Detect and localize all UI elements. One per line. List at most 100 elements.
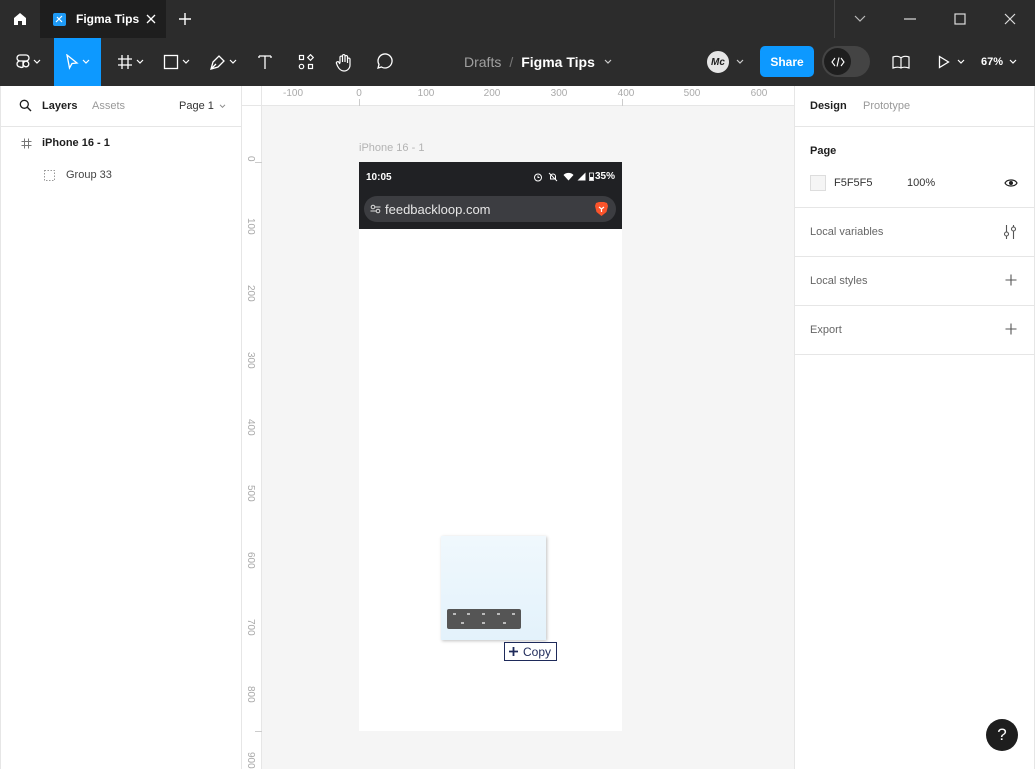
title-bar: Figma Tips <box>0 0 1035 38</box>
tab-layers[interactable]: Layers <box>42 100 77 112</box>
chevron-down-icon <box>182 59 189 64</box>
page-dropdown[interactable]: Page 1 <box>179 100 226 112</box>
avatar[interactable]: Mc <box>705 49 731 75</box>
tab-title: Figma Tips <box>76 12 140 26</box>
comment-tool-button[interactable] <box>370 38 398 86</box>
ruler-label: 400 <box>245 419 256 436</box>
thumbnail-dot <box>512 613 515 615</box>
tab-assets[interactable]: Assets <box>92 100 125 112</box>
alarm-icon <box>533 173 542 181</box>
mute-icon <box>548 172 558 181</box>
variables-icon[interactable] <box>1003 224 1017 240</box>
site-settings-icon <box>370 204 381 214</box>
plus-icon[interactable] <box>1005 274 1017 286</box>
thumbnail-dot <box>461 622 464 624</box>
signal-icon <box>577 172 586 181</box>
maximize-icon[interactable] <box>951 10 969 28</box>
ruler-label: 300 <box>245 352 256 369</box>
share-button[interactable]: Share <box>760 46 814 77</box>
ruler-label: 100 <box>417 88 435 99</box>
chevron-down-icon[interactable] <box>851 10 869 28</box>
plus-icon[interactable] <box>1005 323 1017 335</box>
home-icon <box>14 13 26 25</box>
zoom-dropdown[interactable]: 67% <box>981 38 1017 86</box>
page-label: Page 1 <box>179 100 214 112</box>
frame-label[interactable]: iPhone 16 - 1 <box>359 142 424 154</box>
chevron-down-icon <box>136 59 143 64</box>
home-button[interactable] <box>0 0 40 38</box>
left-panel-tabs: Layers Assets Page 1 <box>1 86 241 127</box>
ruler-label: 0 <box>245 156 256 162</box>
figma-window: Figma Tips Drafts / Figma Tips Mc Share … <box>0 0 1035 769</box>
section-title: Local variables <box>810 226 884 238</box>
layer-name: Group 33 <box>66 169 112 181</box>
export-section[interactable]: Export <box>795 306 1034 355</box>
ruler-label: -100 <box>282 88 304 99</box>
page-color-opacity[interactable]: 100% <box>907 177 935 189</box>
shape-tool-button[interactable] <box>158 38 194 86</box>
move-tool-button[interactable] <box>54 38 101 86</box>
local-styles-section[interactable]: Local styles <box>795 257 1034 306</box>
section-title: Page <box>810 145 837 157</box>
copy-label: Copy <box>523 644 552 659</box>
group-icon <box>44 169 55 181</box>
pen-tool-button[interactable] <box>204 38 242 86</box>
right-panel: Design Prototype Page F5F5F5 100% Local … <box>794 86 1035 769</box>
minimize-icon[interactable] <box>901 10 919 28</box>
ruler-label: 500 <box>245 485 256 502</box>
chevron-down-icon[interactable] <box>736 59 744 65</box>
wifi-icon <box>563 172 574 181</box>
file-name[interactable]: Figma Tips <box>521 54 595 70</box>
status-time: 10:05 <box>366 172 392 183</box>
ruler-tick <box>255 162 262 163</box>
frame-tool-button[interactable] <box>112 38 148 86</box>
tab-prototype[interactable]: Prototype <box>863 100 910 112</box>
iphone-frame[interactable]: 10:05 35% feedbackloop.com <box>359 162 622 731</box>
figma-logo-icon <box>15 54 30 69</box>
mini-toolbar-thumbnail <box>447 609 521 629</box>
search-icon[interactable] <box>19 99 32 112</box>
text-tool-button[interactable] <box>252 38 278 86</box>
left-panel: Layers Assets Page 1 iPhone 16 - 1 Group… <box>0 86 242 769</box>
rectangle-icon <box>163 54 178 70</box>
page-color-hex[interactable]: F5F5F5 <box>834 177 873 189</box>
layer-row-group[interactable]: Group 33 <box>1 159 241 191</box>
group-33-preview[interactable] <box>441 536 546 640</box>
page-section: Page F5F5F5 100% <box>795 127 1034 208</box>
ruler-label: 400 <box>617 88 635 99</box>
hand-tool-button[interactable] <box>330 38 358 86</box>
chevron-down-icon <box>229 59 237 64</box>
comment-icon <box>377 53 393 69</box>
library-button[interactable] <box>888 38 914 86</box>
main-menu-button[interactable] <box>10 38 46 86</box>
brave-logo-icon <box>595 202 608 216</box>
resources-button[interactable] <box>292 38 320 86</box>
chevron-down-icon[interactable] <box>604 59 612 65</box>
new-tab-icon[interactable] <box>176 10 194 28</box>
ruler-tick <box>622 99 623 106</box>
dev-mode-toggle[interactable] <box>822 46 870 77</box>
ruler-label: 700 <box>245 619 256 636</box>
chevron-down-icon <box>33 59 40 64</box>
close-window-icon[interactable] <box>1001 10 1019 28</box>
tab-design[interactable]: Design <box>810 100 847 112</box>
ruler-corner <box>242 86 262 106</box>
chevron-down-icon <box>1009 59 1017 64</box>
code-icon <box>824 48 851 75</box>
page-color-swatch[interactable] <box>810 175 826 191</box>
present-button[interactable] <box>934 38 968 86</box>
tab-figma-tips[interactable]: Figma Tips <box>40 0 166 38</box>
ruler-label: 800 <box>245 686 256 703</box>
horizontal-ruler: -100 0 100 200 300 400 500 600 <box>262 86 794 106</box>
canvas[interactable]: -100 0 100 200 300 400 500 600 0 100 200… <box>242 86 794 769</box>
eye-icon[interactable] <box>1004 178 1018 188</box>
breadcrumb-drafts[interactable]: Drafts <box>464 54 501 70</box>
layer-row-frame[interactable]: iPhone 16 - 1 <box>1 127 241 159</box>
close-tab-icon[interactable] <box>144 12 158 26</box>
pen-icon <box>210 54 225 70</box>
help-button[interactable]: ? <box>986 719 1018 751</box>
chevron-down-icon <box>82 59 90 64</box>
right-panel-tabs: Design Prototype <box>795 86 1034 127</box>
local-variables-section[interactable]: Local variables <box>795 208 1034 257</box>
frame-icon <box>117 55 132 69</box>
